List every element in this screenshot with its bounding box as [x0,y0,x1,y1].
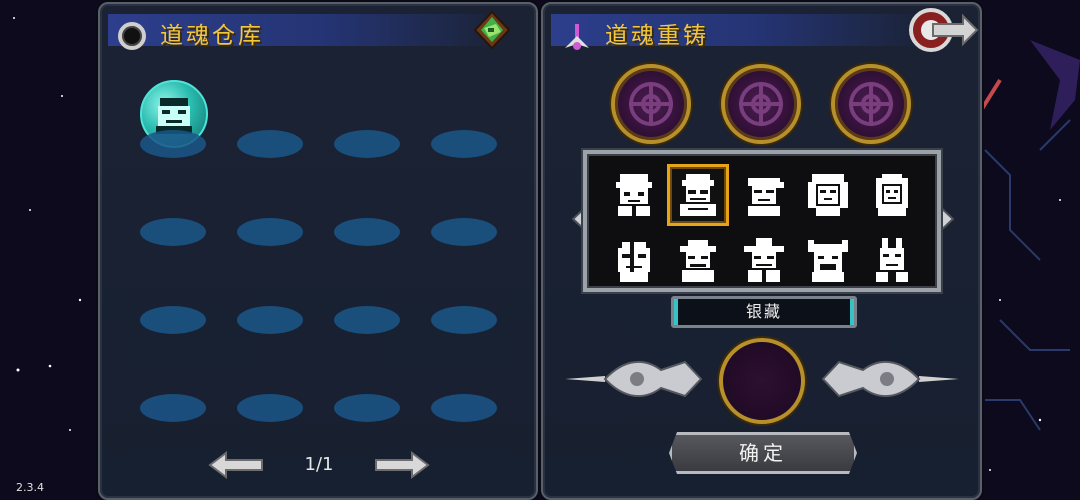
character-portrait[interactable] [797,230,859,292]
inventory-slot[interactable] [431,218,497,246]
pagination: 1/1 [100,448,536,482]
socket-emblem-icon [849,82,893,126]
inventory-slot[interactable] [334,394,400,422]
character-face-icon [680,174,716,216]
character-portrait[interactable] [667,230,729,292]
exit-icon[interactable] [907,6,979,54]
inventory-slot[interactable] [237,394,303,422]
inventory-slot[interactable] [431,130,497,158]
socket-emblem-icon [739,82,783,126]
selected-character-name: 银藏 [671,296,857,328]
inventory-slot[interactable] [431,394,497,422]
inventory-slot[interactable] [237,306,303,334]
ring-icon [118,22,146,50]
inventory-slot[interactable] [140,130,206,158]
character-face-icon [748,178,784,216]
character-face-icon [618,242,650,282]
character-face-icon [876,238,908,282]
inventory-slot[interactable] [334,218,400,246]
recast-socket[interactable] [721,64,801,144]
inventory-slot[interactable] [334,130,400,158]
character-portrait[interactable] [733,164,795,226]
character-portrait[interactable] [861,230,923,292]
result-socket [719,338,805,424]
inventory-slot[interactable] [140,394,206,422]
character-portrait[interactable] [603,164,665,226]
character-grid [583,150,941,292]
version-label: 2.3.4 [16,481,44,494]
socket-emblem-icon [629,82,673,126]
soul-recast-panel: 道魂重铸 银藏 确定 [541,2,982,500]
panel-title: 道魂重铸 [605,23,709,49]
ornament-left-icon [565,360,703,398]
character-face-icon [680,240,716,282]
soul-storage-panel: 道魂仓库 1/1 [98,2,538,500]
character-face-icon [808,174,848,216]
character-portrait-selected[interactable] [667,164,729,226]
inventory-slot[interactable] [237,130,303,158]
recast-socket[interactable] [831,64,911,144]
inventory-slot[interactable] [334,306,400,334]
character-face-icon [744,238,784,282]
inventory-slot[interactable] [431,306,497,334]
title-bar: 道魂重铸 [551,14,931,50]
character-portrait[interactable] [733,230,795,292]
inventory-slot[interactable] [140,218,206,246]
inventory-slot[interactable] [140,306,206,334]
panel-title: 道魂仓库 [160,23,264,49]
ornament-right-icon [821,360,959,398]
arrow-left-icon[interactable] [208,450,264,480]
character-face-icon [876,174,908,216]
star-icon [565,24,589,50]
character-portrait[interactable] [861,164,923,226]
recast-socket[interactable] [611,64,691,144]
title-bar: 道魂仓库 [108,14,508,50]
character-portrait[interactable] [603,230,665,292]
inventory-slot[interactable] [237,218,303,246]
confirm-button[interactable]: 确定 [669,432,857,474]
character-face-icon [616,174,652,216]
character-portrait[interactable] [797,164,859,226]
gem-icon[interactable] [472,10,512,50]
page-indicator: 1/1 [304,454,334,475]
arrow-right-icon[interactable] [374,450,430,480]
character-face-icon [808,240,848,282]
